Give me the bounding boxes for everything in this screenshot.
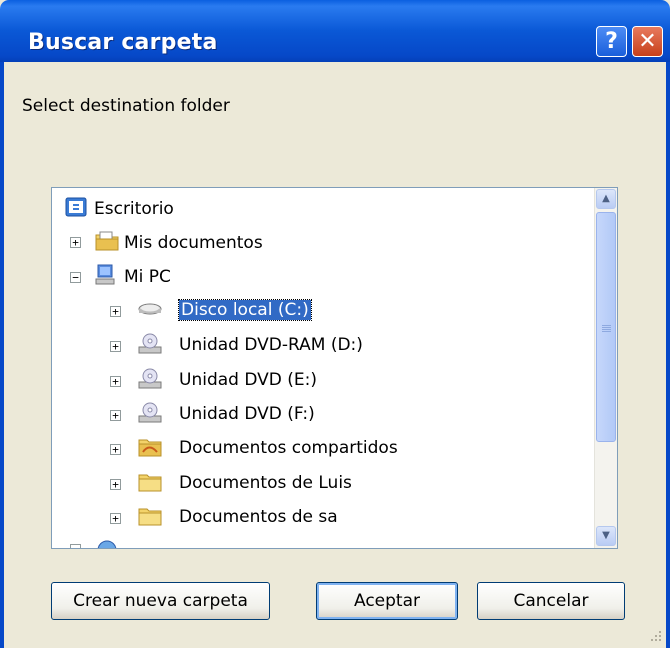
ok-button[interactable]: Aceptar (316, 582, 458, 620)
expand-icon[interactable]: + (110, 376, 121, 387)
tree-item-label[interactable]: Mi PC (124, 267, 171, 287)
network-places-icon (97, 540, 117, 548)
tree-item-label[interactable]: Escritorio (94, 199, 174, 219)
help-icon: ? (605, 29, 618, 54)
tree-item-label[interactable]: Disco local (C:) (178, 299, 312, 321)
tree-item-label[interactable]: Unidad DVD-RAM (D:) (179, 335, 363, 355)
window-title: Buscar carpeta (28, 30, 218, 55)
expand-icon[interactable]: + (110, 410, 121, 421)
tree-item-label[interactable]: Documentos compartidos (179, 438, 398, 458)
folder-icon (138, 474, 162, 492)
my-computer-icon (95, 264, 115, 285)
tree-item-label[interactable]: Mis documentos (124, 233, 263, 253)
window-frame-left (0, 62, 4, 648)
tree-item-label[interactable]: Documentos de Luis (179, 473, 352, 493)
window-frame-right (666, 62, 670, 648)
collapse-icon[interactable]: − (70, 272, 81, 283)
dvd-drive-icon (138, 368, 162, 389)
folder-tree-items: Escritorio + Mis documentos − Mi PC + Di… (52, 188, 595, 548)
close-button[interactable]: ✕ (632, 26, 663, 57)
vertical-scrollbar[interactable]: ▲ ▼ (594, 188, 617, 548)
resize-grip-icon[interactable] (650, 630, 662, 642)
shared-folder-icon (138, 439, 162, 457)
tree-item-label[interactable]: Unidad DVD (E:) (179, 370, 317, 390)
desktop-icon (65, 197, 87, 217)
cancel-button[interactable]: Cancelar (477, 582, 625, 620)
folder-icon (138, 508, 162, 526)
hard-disk-icon (138, 303, 162, 315)
scroll-thumb[interactable] (596, 212, 616, 442)
expand-icon[interactable]: + (110, 479, 121, 490)
dvd-drive-icon (138, 402, 162, 423)
scroll-up-button[interactable]: ▲ (596, 189, 616, 209)
title-bar[interactable]: Buscar carpeta ? ✕ (0, 0, 670, 62)
tree-item-label[interactable]: Documentos de sa (179, 507, 338, 527)
expand-icon[interactable]: + (110, 513, 121, 524)
scroll-up-arrow-icon: ▲ (602, 193, 610, 204)
scroll-grip-icon (602, 325, 611, 326)
expand-icon (70, 544, 81, 548)
scroll-down-arrow-icon: ▼ (602, 530, 610, 541)
help-button[interactable]: ? (596, 26, 627, 57)
close-icon: ✕ (638, 29, 657, 54)
scroll-down-button[interactable]: ▼ (596, 526, 616, 546)
folder-tree[interactable]: Escritorio + Mis documentos − Mi PC + Di… (51, 187, 618, 549)
dialog-prompt: Select destination folder (22, 96, 230, 116)
expand-icon[interactable]: + (110, 444, 121, 455)
tree-item-label[interactable]: Unidad DVD (F:) (179, 404, 315, 424)
dvd-drive-icon (138, 333, 162, 354)
expand-icon[interactable]: + (110, 341, 121, 352)
expand-icon[interactable]: + (110, 306, 121, 317)
new-folder-button[interactable]: Crear nueva carpeta (51, 582, 270, 620)
expand-icon[interactable]: + (70, 237, 81, 248)
my-documents-folder-icon (95, 231, 119, 251)
